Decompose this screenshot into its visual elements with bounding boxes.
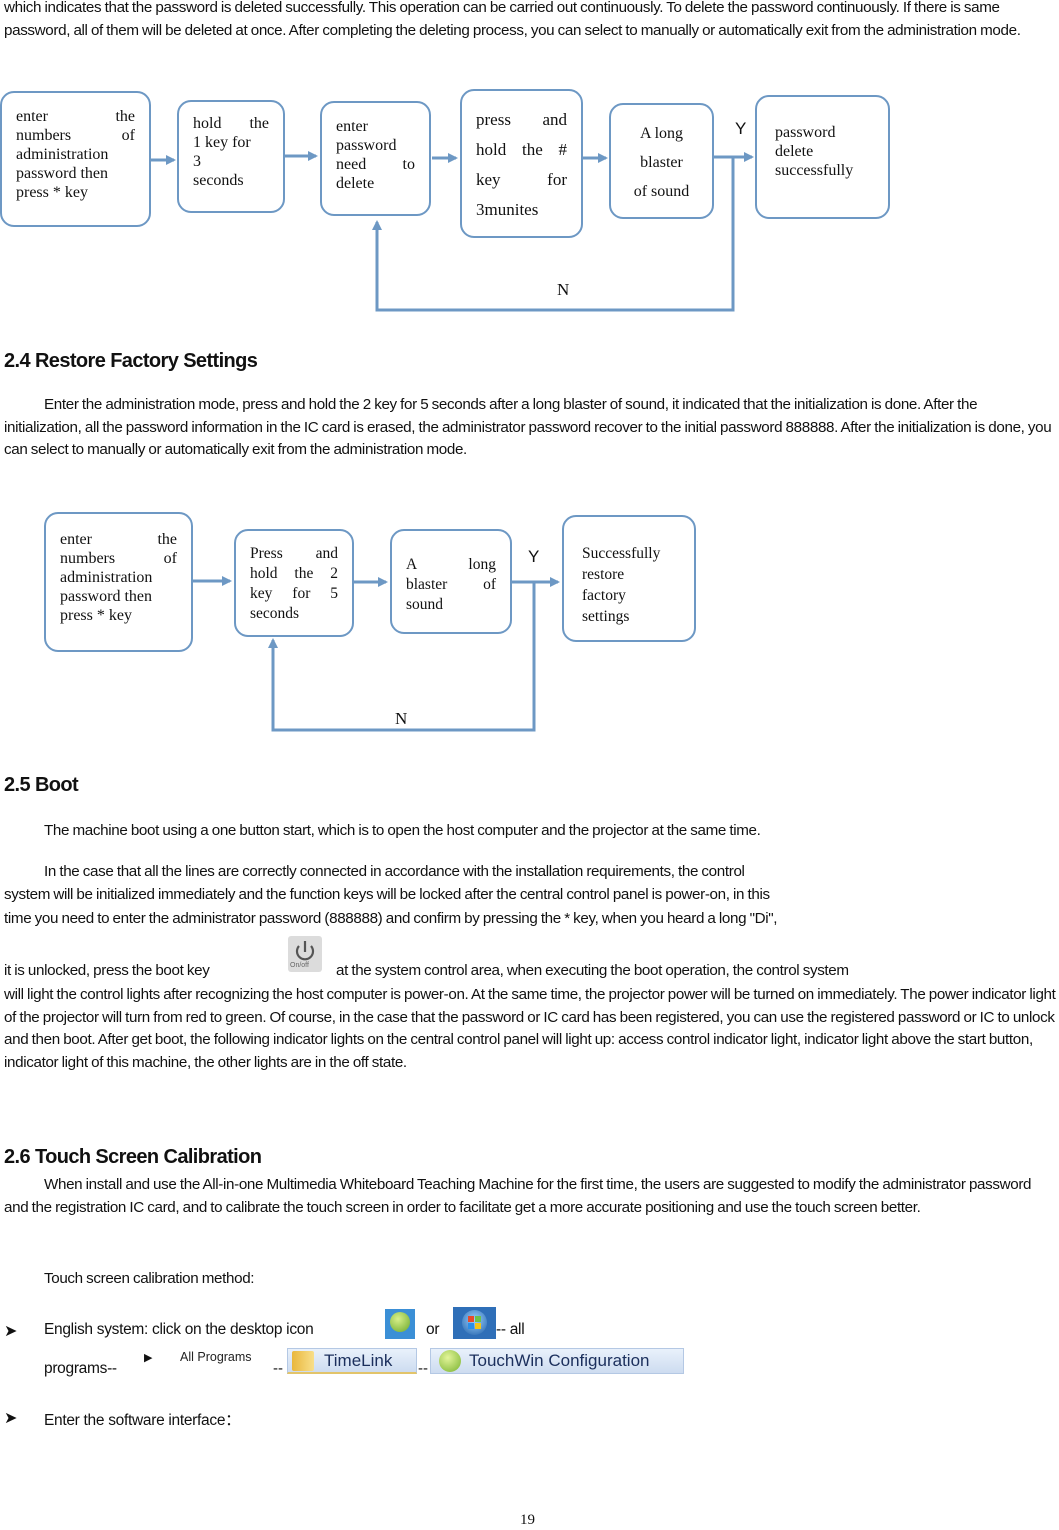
section-2-6-heading: 2.6 Touch Screen Calibration [4,1146,262,1168]
step-text: need to [336,156,415,173]
step-text: numbers of [16,127,135,144]
step-text: key for [476,170,567,189]
step-text: of sound [633,183,690,200]
bullet1-or: or [426,1321,440,1338]
separator: -- [418,1360,428,1377]
touchwin-icon [439,1350,461,1372]
section-2-5-para1: The machine boot using a one button star… [44,822,761,839]
step-text: enter [336,118,368,135]
flow2-step-4: Successfully restore factory settings [562,515,696,642]
step-text: press and [476,110,567,129]
flow2-no-label: N [395,709,408,728]
step-text: A long [406,556,496,573]
section-2-5-para2-line3: time you need to enter the administrator… [4,910,778,927]
step-text: blaster of [406,576,496,593]
section-2-5-para2-line1: In the case that all the lines are corre… [44,863,745,880]
step-text: hold the # [476,140,567,159]
step-text: 3munites [476,200,539,219]
page-number: 19 [520,1512,535,1528]
bullet-arrow-icon: ➤ [4,1410,18,1427]
step-text: factory [582,587,626,604]
flow1-step-6: password delete successfully [755,95,890,219]
bullet-arrow-icon: ➤ [4,1323,18,1340]
step-text: restore [582,566,625,583]
flow1-step-3: enter password need to delete [320,101,431,216]
windows-start-icon[interactable] [453,1307,496,1339]
bullet1-text-a: English system: click on the desktop ico… [44,1321,314,1338]
step-text: press * key [16,184,88,201]
flow1-step-5: A long blaster of sound [609,103,714,219]
timelink-menu-item[interactable]: TimeLink [287,1348,417,1374]
flow1-yes-label: Y [735,119,747,138]
step-text: password then [16,165,108,182]
step-text: blaster [640,154,683,171]
step-text: numbers of [60,550,177,567]
step-text: successfully [775,162,854,179]
flow1-step-4: press and hold the # key for 3munites [460,89,583,238]
flow2-step-2: Press and hold the 2 key for 5 seconds [234,529,354,637]
flow1-step-1: enter the numbers of administration pass… [0,91,151,227]
step-text: enter the [60,531,177,548]
step-text: 3 [193,153,201,170]
step-text: press * key [60,607,132,624]
section-2-5-para2-rest: will light the control lights after reco… [4,986,1056,1071]
submenu-arrow-icon: ▶ [144,1352,153,1364]
flow1-step-2: hold the 1 key for 3 seconds [177,100,285,213]
flow2-yes-label: Y [528,547,540,566]
touchwin-configuration-menu-item[interactable]: TouchWin Configuration [430,1348,684,1374]
timelink-label: TimeLink [324,1350,393,1370]
flow2-step-3: A long blaster of sound [390,529,512,634]
step-text: password [336,137,397,154]
touchwin-desktop-icon[interactable] [385,1309,415,1339]
step-text: Press and [250,545,338,562]
step-text: hold the [193,115,269,132]
step-text: administration [60,569,153,586]
step-text: settings [582,608,630,625]
step-text: enter the [16,108,135,125]
step-text: seconds [250,605,300,622]
bullet1-text-b: -- all [496,1321,525,1338]
folder-icon [292,1350,314,1371]
calibration-method-label: Touch screen calibration method: [44,1270,255,1287]
section-2-4-heading: 2.4 Restore Factory Settings [4,350,258,372]
step-text: 1 key for [193,134,251,151]
section-2-5-heading: 2.5 Boot [4,774,79,796]
step-text: Successfully [582,545,661,562]
section-2-6-body: When install and use the All-in-one Mult… [4,1176,1032,1216]
separator: -- [273,1360,283,1377]
section-2-5-para2-line4b: at the system control area, when executi… [336,962,849,979]
flow2-step-1: enter the numbers of administration pass… [44,512,193,652]
section-2-4-body: Enter the administration mode, press and… [4,396,1052,458]
bullet1-line2: programs-- [44,1360,117,1377]
step-text: sound [406,596,444,613]
power-icon-label: On/off [290,962,309,969]
step-text: hold the 2 [250,565,338,582]
step-text: key for 5 [250,585,338,602]
all-programs-item[interactable]: All Programs [180,1350,252,1364]
step-text: seconds [193,172,244,189]
section-2-5-para2-line4a: it is unlocked, press the boot key [4,962,210,979]
bullet2-text: Enter the software interface： [44,1412,241,1429]
flow1-no-label: N [557,280,570,299]
step-text: A long [639,125,684,142]
touchwin-label: TouchWin Configuration [469,1351,650,1370]
step-text: delete [775,143,814,160]
section-2-5-para2-line2: system will be initialized immediately a… [4,886,770,903]
step-text: password [775,124,836,141]
step-text: delete [336,175,375,192]
step-text: password then [60,588,152,605]
power-on-off-icon: On/off [288,936,322,972]
intro-paragraph: which indicates that the password is del… [4,0,1021,39]
step-text: administration [16,146,109,163]
